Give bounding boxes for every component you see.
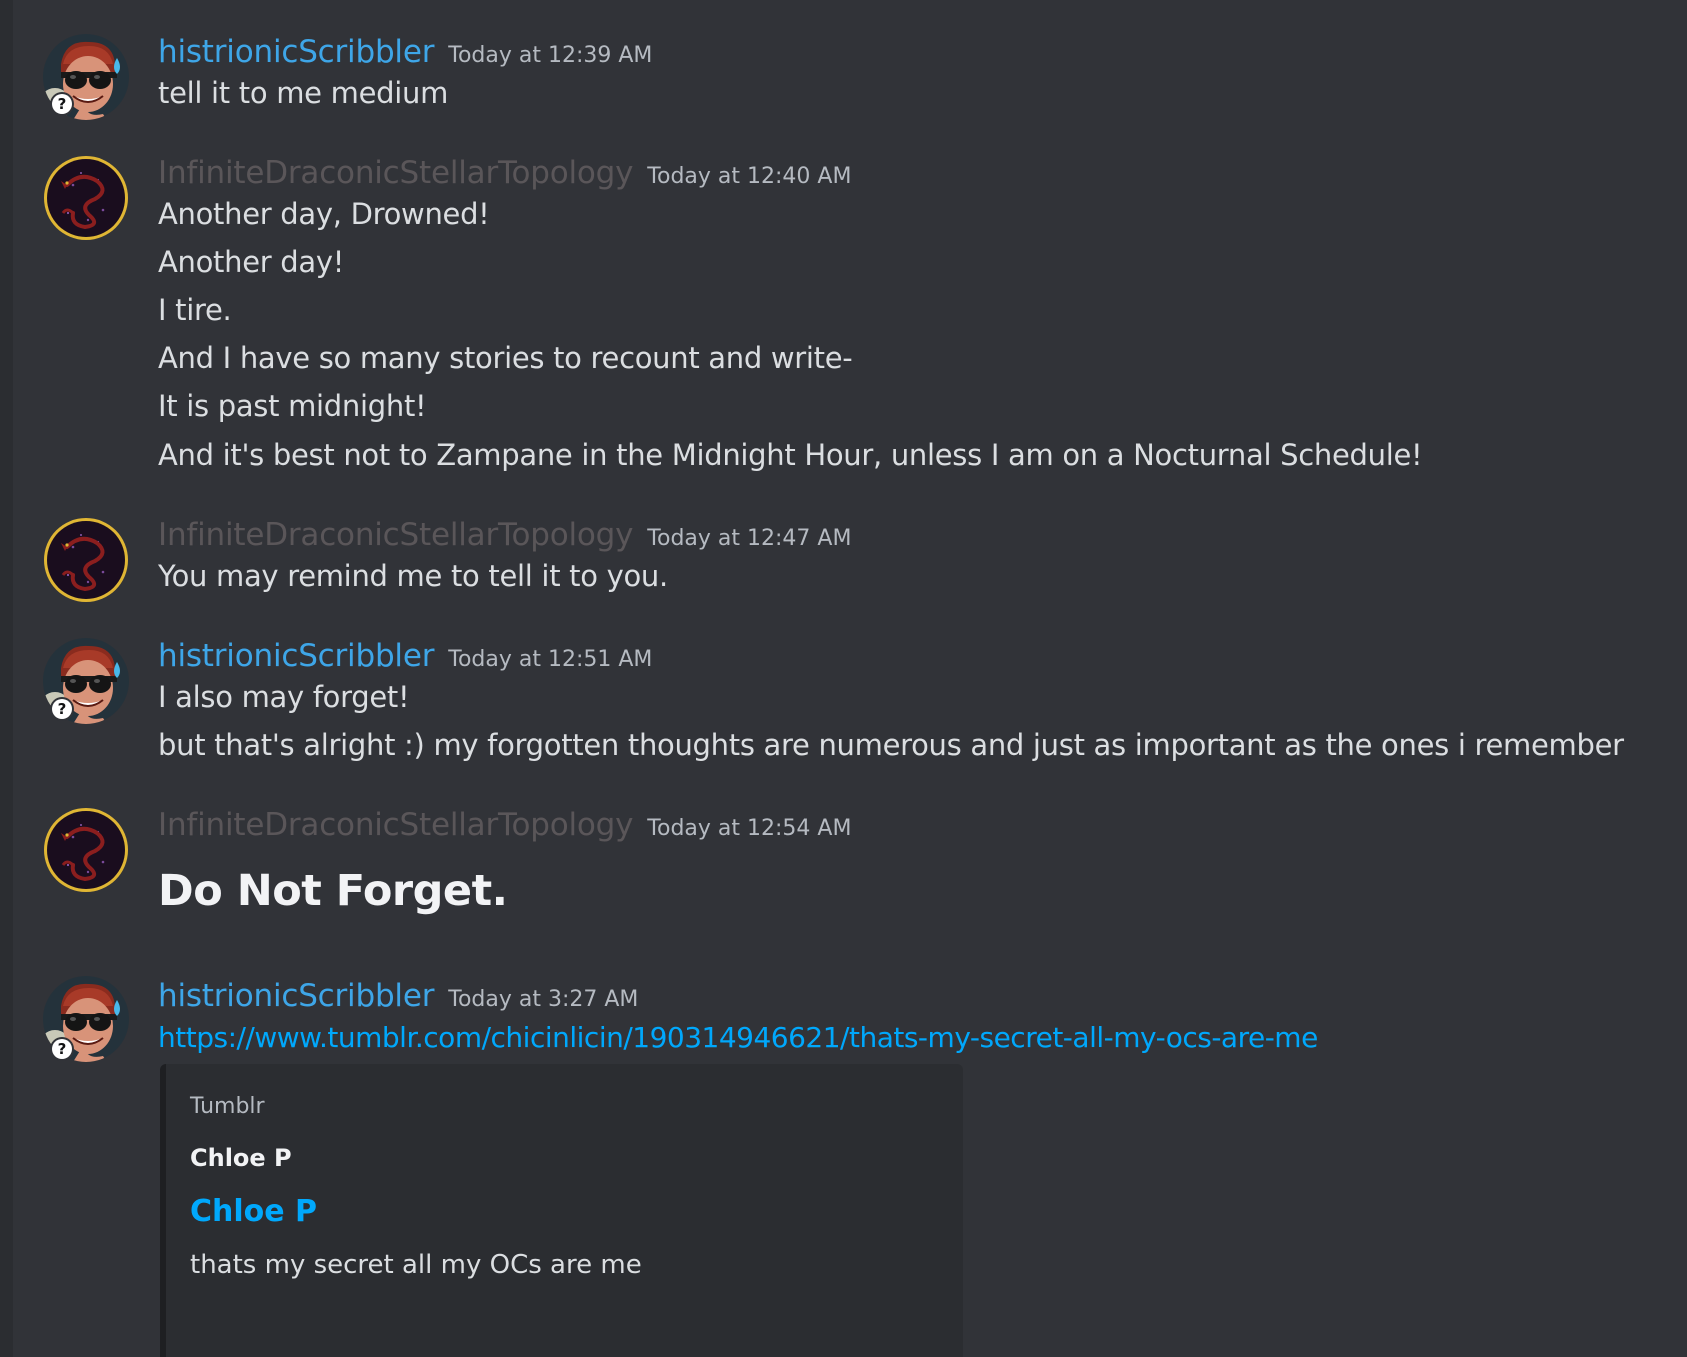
status-badge: ? <box>50 697 74 721</box>
link-embed: Tumblr Chloe P Chloe P thats my secret a… <box>160 1064 963 1357</box>
avatar[interactable] <box>43 155 129 241</box>
timestamp[interactable]: Today at 12:51 AM <box>448 647 652 672</box>
embed-author[interactable]: Chloe P <box>190 1144 292 1172</box>
embed-description: thats my secret all my OCs are me <box>190 1250 642 1280</box>
avatar[interactable] <box>43 807 129 893</box>
username[interactable]: histrionicScribbler <box>158 638 434 674</box>
message-text: I tire. <box>158 293 232 327</box>
message-text: tell it to me medium <box>158 76 449 110</box>
status-badge: ? <box>50 1037 74 1061</box>
status-badge: ? <box>50 92 74 116</box>
message-text: And I have so many stories to recount an… <box>158 341 853 375</box>
message-text: I also may forget! <box>158 680 410 714</box>
timestamp[interactable]: Today at 12:54 AM <box>647 816 851 841</box>
timestamp[interactable]: Today at 12:47 AM <box>647 526 851 551</box>
message-link[interactable]: https://www.tumblr.com/chicinlicin/19031… <box>158 1021 1318 1054</box>
question-mark-icon: ? <box>52 699 72 719</box>
dragon-avatar-icon <box>43 807 129 893</box>
timestamp[interactable]: Today at 12:40 AM <box>647 164 851 189</box>
message-header: histrionicScribbler Today at 12:51 AM <box>158 638 652 674</box>
username[interactable]: histrionicScribbler <box>158 978 434 1014</box>
username[interactable]: InfiniteDraconicStellarTopology <box>158 155 633 191</box>
message-header: InfiniteDraconicStellarTopology Today at … <box>158 517 851 553</box>
message-header: histrionicScribbler Today at 12:39 AM <box>158 34 652 70</box>
message-text: And it's best not to Zampane in the Midn… <box>158 438 1423 472</box>
message-header: InfiniteDraconicStellarTopology Today at … <box>158 155 851 191</box>
dragon-avatar-icon <box>43 517 129 603</box>
message-text: Another day, Drowned! <box>158 197 490 231</box>
message-header: histrionicScribbler Today at 3:27 AM <box>158 978 638 1014</box>
question-mark-icon: ? <box>52 1039 72 1059</box>
channel-edge <box>0 0 13 1357</box>
timestamp[interactable]: Today at 12:39 AM <box>448 43 652 68</box>
embed-provider[interactable]: Tumblr <box>190 1094 265 1119</box>
question-mark-icon: ? <box>52 94 72 114</box>
username[interactable]: InfiniteDraconicStellarTopology <box>158 517 633 553</box>
message-list[interactable]: ? histrionicScribbler Today at 12:39 AM t… <box>13 0 1687 1357</box>
message-heading-text: Do Not Forget. <box>158 866 508 916</box>
message-text: Another day! <box>158 245 345 279</box>
username[interactable]: histrionicScribbler <box>158 34 434 70</box>
message-text: but that's alright :) my forgotten thoug… <box>158 728 1624 762</box>
message-text: You may remind me to tell it to you. <box>158 559 668 593</box>
dragon-avatar-icon <box>43 155 129 241</box>
embed-title-link[interactable]: Chloe P <box>190 1194 317 1229</box>
avatar[interactable] <box>43 517 129 603</box>
username[interactable]: InfiniteDraconicStellarTopology <box>158 807 633 843</box>
message-text: It is past midnight! <box>158 389 427 423</box>
timestamp[interactable]: Today at 3:27 AM <box>448 987 638 1012</box>
message-header: InfiniteDraconicStellarTopology Today at … <box>158 807 851 843</box>
